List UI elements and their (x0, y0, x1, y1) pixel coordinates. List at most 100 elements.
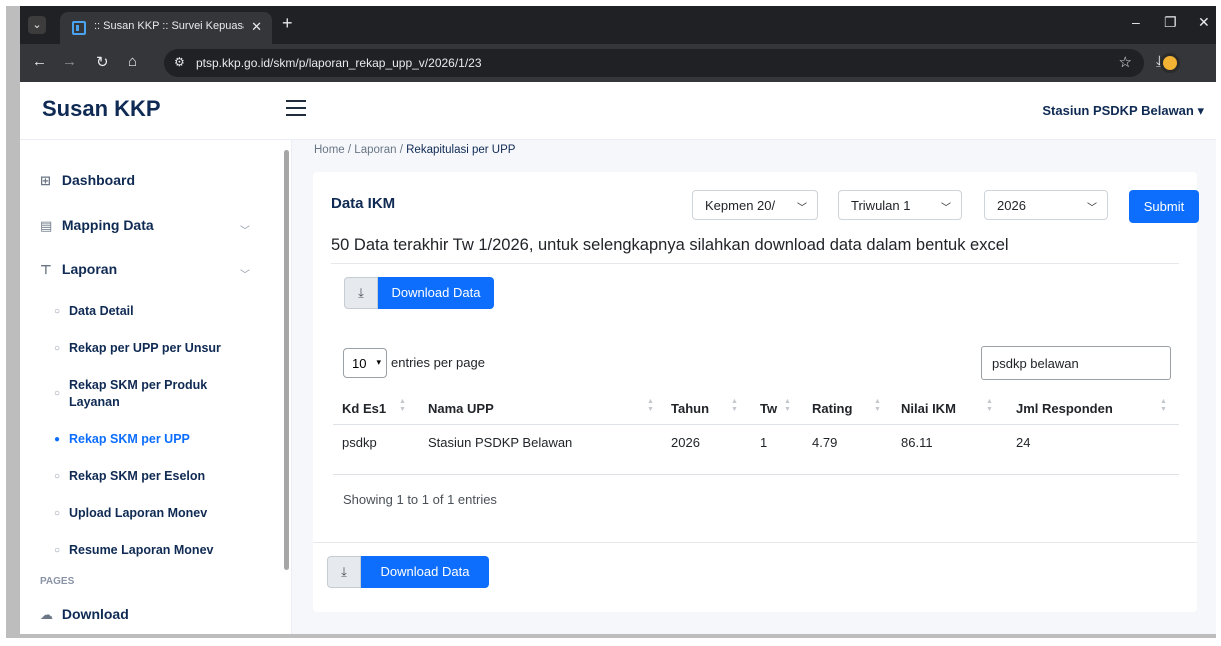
chevron-down-icon: ﹀ (1087, 203, 1097, 214)
sidebar-item-mapping-data[interactable]: ▤ Mapping Data (40, 217, 154, 234)
data-ikm-card: Data IKM Kepmen 20/ ﹀ Triwulan 1 ﹀ 2026 … (313, 172, 1199, 612)
browser-window: ⌄ :: Susan KKP :: Survei Kepuasan ✕ + – … (20, 6, 1216, 634)
download-data-button[interactable]: Download Data (378, 277, 494, 309)
address-bar[interactable]: ⚙ ptsp.kkp.go.id/skm/p/laporan_rekap_upp… (164, 49, 1144, 77)
sidebar-item-label: Download (61, 606, 129, 622)
kepmen-select[interactable]: Kepmen 20/ ﹀ (692, 190, 818, 220)
sidebar-subitem-rekap-upp[interactable]: ● Rekap SKM per UPP (54, 431, 190, 448)
tab-search-icon[interactable]: ⌄ (28, 16, 46, 34)
breadcrumb-laporan[interactable]: Laporan (354, 144, 396, 156)
sidebar-subitem-data-detail[interactable]: ○ Data Detail (54, 303, 134, 320)
sidebar-subitem-label: Rekap SKM per Eselon (69, 469, 206, 483)
triwulan-select[interactable]: Triwulan 1 ﹀ (838, 190, 962, 220)
tab-title: :: Susan KKP :: Survei Kepuasan (94, 20, 244, 32)
sidebar-item-laporan[interactable]: ⊤ Laporan (40, 261, 117, 278)
download-data-button[interactable]: Download Data (361, 556, 489, 588)
new-tab-icon[interactable]: + (282, 13, 293, 34)
browser-tab-strip: ⌄ :: Susan KKP :: Survei Kepuasan ✕ + – … (20, 6, 1216, 44)
site-info-icon[interactable]: ⚙ (174, 55, 185, 69)
sidebar-subitem-rekap-upp-unsur[interactable]: ○ Rekap per UPP per Unsur (54, 340, 221, 357)
sidebar-subitem-label: Rekap SKM per UPP (69, 432, 190, 446)
profile-avatar[interactable] (1160, 53, 1180, 73)
restore-icon[interactable]: ❐ (1164, 14, 1177, 31)
circle-bullet-icon: ○ (54, 388, 61, 399)
table-header-divider (333, 424, 1179, 425)
column-header-nilai-ikm[interactable]: Nilai IKM (901, 401, 956, 416)
column-header-jml-responden[interactable]: Jml Responden (1016, 401, 1113, 416)
column-header-nama-upp[interactable]: Nama UPP (428, 401, 494, 416)
search-value: psdkp belawan (992, 356, 1079, 371)
table-search-input[interactable]: psdkp belawan (981, 346, 1171, 380)
card-footer-divider (313, 542, 1197, 543)
sidebar-item-dashboard[interactable]: ⊞ Dashboard (40, 172, 135, 189)
column-header-kd-es1[interactable]: Kd Es1 (342, 401, 386, 416)
circle-bullet-icon: ○ (54, 306, 61, 317)
screenshot-frame: ⌄ :: Susan KKP :: Survei Kepuasan ✕ + – … (6, 6, 1216, 638)
sidebar: ⊞ Dashboard ▤ Mapping Data ﹀ ⊤ Laporan ﹀… (20, 140, 292, 634)
column-header-tw[interactable]: Tw (760, 401, 777, 416)
year-select-value: 2026 (997, 198, 1026, 213)
chevron-down-icon: ﹀ (797, 203, 807, 214)
chevron-down-icon[interactable]: ﹀ (240, 266, 250, 281)
sidebar-subitem-upload-monev[interactable]: ○ Upload Laporan Monev (54, 505, 207, 522)
sidebar-scrollbar[interactable] (284, 150, 289, 570)
submit-button[interactable]: Submit (1129, 190, 1199, 223)
year-select[interactable]: 2026 ﹀ (984, 190, 1108, 220)
bookmark-star-icon[interactable]: ☆ (1119, 53, 1132, 71)
laporan-icon: ⊤ (40, 262, 52, 277)
filled-bullet-icon: ● (54, 434, 61, 445)
sidebar-subitem-label: Upload Laporan Monev (69, 506, 208, 520)
per-page-value: 10 (352, 356, 367, 371)
breadcrumb-current: Rekapitulasi per UPP (406, 144, 516, 156)
sort-icon[interactable]: ▲ ▼ (399, 398, 406, 414)
sidebar-section-pages: PAGES (40, 576, 75, 587)
user-menu[interactable]: Stasiun PSDKP Belawan ▾ (1042, 103, 1204, 119)
sort-icon[interactable]: ▲ ▼ (647, 398, 654, 414)
column-header-rating[interactable]: Rating (812, 401, 852, 416)
circle-bullet-icon: ○ (54, 508, 61, 519)
sidebar-subitem-label: Data Detail (69, 304, 134, 318)
browser-tab[interactable]: :: Susan KKP :: Survei Kepuasan ✕ (60, 12, 272, 44)
breadcrumb: Home / Laporan / Rekapitulasi per UPP (314, 144, 515, 156)
sidebar-subitem-rekap-eselon[interactable]: ○ Rekap SKM per Eselon (54, 468, 205, 485)
sort-icon[interactable]: ▲ ▼ (1160, 398, 1167, 414)
sidebar-subitem-rekap-produk-layanan[interactable]: ○ Rekap SKM per Produk Layanan (54, 377, 254, 411)
entries-per-page-select[interactable]: 10 ▾ (343, 348, 387, 378)
download-arrow-icon[interactable]: ⤓ (344, 277, 378, 309)
reload-icon[interactable]: ↻ (96, 53, 109, 71)
chevron-down-icon[interactable]: ﹀ (240, 222, 250, 237)
home-icon[interactable]: ⌂ (128, 53, 137, 70)
sidebar-subitem-resume-monev[interactable]: ○ Resume Laporan Monev (54, 542, 213, 559)
sort-icon[interactable]: ▲ ▼ (784, 398, 791, 414)
forward-icon[interactable]: → (62, 53, 77, 70)
table-cell: Stasiun PSDKP Belawan (428, 435, 573, 450)
brand-logo[interactable]: Susan KKP (42, 96, 161, 122)
download-arrow-icon[interactable]: ⤓ (327, 556, 361, 588)
sort-icon[interactable]: ▲ ▼ (731, 398, 738, 414)
minimize-icon[interactable]: – (1132, 14, 1140, 30)
table-cell: 2026 (671, 435, 700, 450)
sidebar-subitem-label: Rekap SKM per Produk Layanan (69, 378, 208, 409)
divider (331, 263, 1179, 264)
column-header-tahun[interactable]: Tahun (671, 401, 709, 416)
menu-toggle-icon[interactable] (286, 100, 306, 116)
tab-close-icon[interactable]: ✕ (251, 19, 262, 35)
kepmen-select-value: Kepmen 20/ (705, 198, 776, 213)
chevron-down-icon: ▾ (376, 357, 381, 367)
breadcrumb-home[interactable]: Home (314, 144, 345, 156)
sort-icon[interactable]: ▲ ▼ (986, 398, 993, 414)
app-header: Susan KKP Stasiun PSDKP Belawan ▾ (20, 82, 1216, 140)
window-close-icon[interactable]: ✕ (1198, 14, 1210, 31)
sidebar-item-label: Mapping Data (61, 217, 154, 233)
url-text: ptsp.kkp.go.id/skm/p/laporan_rekap_upp_v… (196, 56, 482, 70)
card-title: Data IKM (331, 195, 396, 212)
triwulan-select-value: Triwulan 1 (851, 198, 911, 213)
sidebar-item-download[interactable]: ☁ Download (40, 606, 129, 623)
sidebar-item-label: Laporan (61, 261, 118, 277)
back-icon[interactable]: ← (32, 53, 47, 70)
mapping-icon: ▤ (40, 218, 53, 233)
sort-icon[interactable]: ▲ ▼ (874, 398, 881, 414)
dashboard-icon: ⊞ (40, 173, 51, 188)
circle-bullet-icon: ○ (54, 545, 61, 556)
table-cell: 86.11 (901, 435, 933, 450)
